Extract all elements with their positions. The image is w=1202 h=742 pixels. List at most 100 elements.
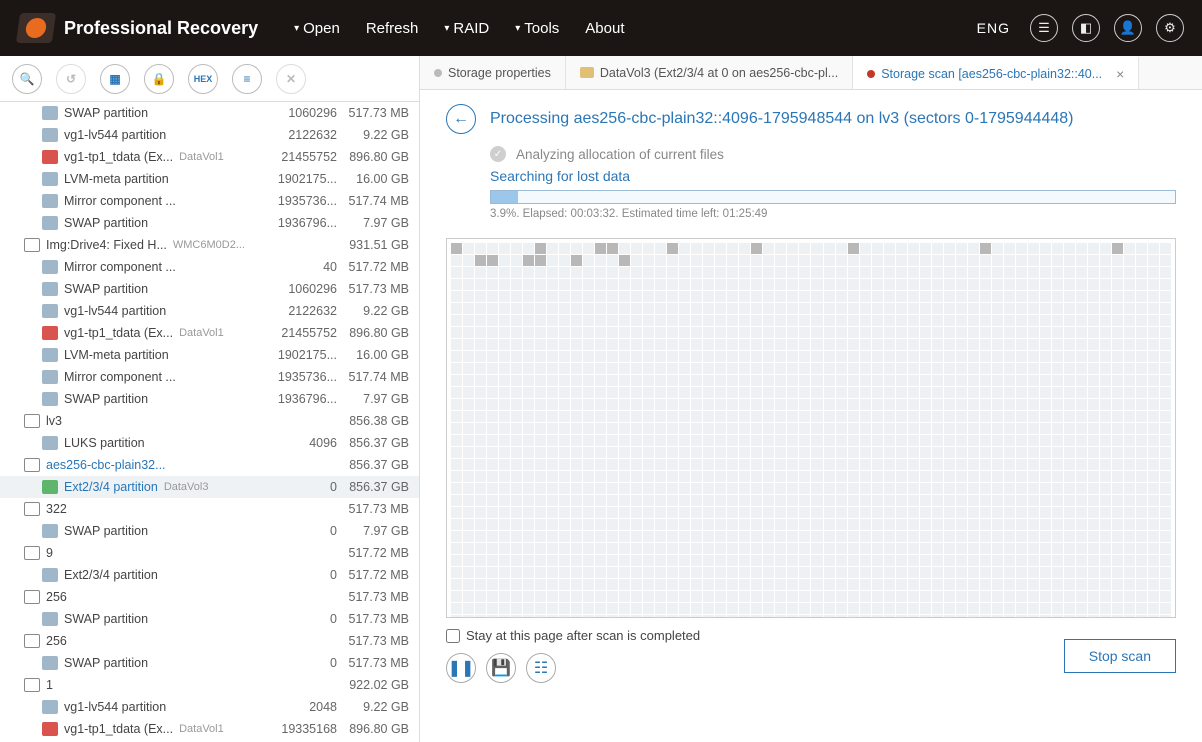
row-icon xyxy=(42,194,58,208)
row-size: 517.72 MB xyxy=(337,546,409,560)
row-start: 1936796... xyxy=(267,216,337,230)
menu-about[interactable]: About xyxy=(585,20,624,37)
tab-close-icon[interactable]: × xyxy=(1116,66,1124,82)
tree-row[interactable]: LVM-meta partition1902175...16.00 GB xyxy=(0,168,419,190)
row-icon xyxy=(24,238,40,252)
back-button[interactable]: ← xyxy=(446,104,476,134)
row-name: LVM-meta partition xyxy=(64,172,169,186)
panel-toggle-icon[interactable]: ◧ xyxy=(1072,14,1100,42)
hex-icon[interactable]: HEX xyxy=(188,64,218,94)
tree-row[interactable]: 9517.72 MB xyxy=(0,542,419,564)
row-size: 9.22 GB xyxy=(337,700,409,714)
tree-row[interactable]: Mirror component ...40517.72 MB xyxy=(0,256,419,278)
settings-icon[interactable]: ⚙ xyxy=(1156,14,1184,42)
row-name: SWAP partition xyxy=(64,392,148,406)
tree-row[interactable]: Mirror component ...1935736...517.74 MB xyxy=(0,190,419,212)
tree-row[interactable]: Ext2/3/4 partitionDataVol30856.37 GB xyxy=(0,476,419,498)
tree-row[interactable]: vg1-tp1_tdata (Ex...DataVol119335168896.… xyxy=(0,718,419,740)
row-start: 4096 xyxy=(267,436,337,450)
tree-row[interactable]: aes256-cbc-plain32...856.37 GB xyxy=(0,454,419,476)
tree-row[interactable]: SWAP partition1060296517.73 MB xyxy=(0,278,419,300)
tree-row[interactable]: 322517.73 MB xyxy=(0,498,419,520)
search-icon[interactable]: 🔍 xyxy=(12,64,42,94)
grid-icon[interactable]: ▦ xyxy=(100,64,130,94)
tree-row[interactable]: Ext2/3/4 partition0517.72 MB xyxy=(0,564,419,586)
user-icon[interactable]: 👤 xyxy=(1114,14,1142,42)
tree-row[interactable]: LVM-meta partition1902175...16.00 GB xyxy=(0,344,419,366)
tree-button[interactable]: ☷ xyxy=(526,653,556,683)
row-label: DataVol1 xyxy=(179,327,224,339)
lock-icon[interactable]: 🔒 xyxy=(144,64,174,94)
row-icon xyxy=(42,568,58,582)
history-icon[interactable]: ↺ xyxy=(56,64,86,94)
tree-row[interactable]: lv3856.38 GB xyxy=(0,410,419,432)
tree-row[interactable]: 256517.73 MB xyxy=(0,586,419,608)
row-size: 7.97 GB xyxy=(337,216,409,230)
row-icon xyxy=(42,348,58,362)
stay-checkbox[interactable]: Stay at this page after scan is complete… xyxy=(446,628,700,643)
tree-row[interactable]: SWAP partition0517.73 MB xyxy=(0,652,419,674)
close-icon[interactable]: ✕ xyxy=(276,64,306,94)
save-button[interactable]: 💾 xyxy=(486,653,516,683)
row-name: vg1-lv544 partition xyxy=(64,304,166,318)
tree-row[interactable]: SWAP partition1060296517.73 MB xyxy=(0,102,419,124)
row-icon xyxy=(42,128,58,142)
row-size: 517.73 MB xyxy=(337,502,409,516)
row-start: 2122632 xyxy=(267,304,337,318)
tab[interactable]: Storage scan [aes256-cbc-plain32::40...× xyxy=(853,56,1139,89)
row-size: 931.51 GB xyxy=(337,238,409,252)
check-icon: ✓ xyxy=(490,146,506,162)
main-menu: ▾Open Refresh ▾RAID ▾Tools About xyxy=(294,20,624,37)
tab[interactable]: Storage properties xyxy=(420,56,566,89)
row-icon xyxy=(42,524,58,538)
row-start: 0 xyxy=(267,480,337,494)
menu-raid[interactable]: ▾RAID xyxy=(444,20,489,37)
row-start: 1935736... xyxy=(267,194,337,208)
row-icon xyxy=(42,150,58,164)
notifications-icon[interactable]: ☰ xyxy=(1030,14,1058,42)
row-start: 21455752 xyxy=(267,150,337,164)
row-icon xyxy=(42,260,58,274)
row-name: aes256-cbc-plain32... xyxy=(46,458,166,472)
tree-row[interactable]: LUKS partition4096856.37 GB xyxy=(0,432,419,454)
step-searching: Searching for lost data xyxy=(490,168,1176,184)
stay-checkbox-input[interactable] xyxy=(446,629,460,643)
row-icon xyxy=(42,216,58,230)
tree-row[interactable]: vg1-lv544 partition20489.22 GB xyxy=(0,696,419,718)
row-icon xyxy=(24,414,40,428)
row-size: 896.80 GB xyxy=(337,150,409,164)
language-selector[interactable]: ENG xyxy=(977,20,1010,36)
row-label: WMC6M0D2... xyxy=(173,239,245,251)
row-icon xyxy=(42,370,58,384)
list-icon[interactable]: ≡ xyxy=(232,64,262,94)
menu-open[interactable]: ▾Open xyxy=(294,20,340,37)
tree-row[interactable]: SWAP partition1936796...7.97 GB xyxy=(0,388,419,410)
row-size: 7.97 GB xyxy=(337,392,409,406)
tree-row[interactable]: SWAP partition0517.73 MB xyxy=(0,608,419,630)
pause-button[interactable]: ❚❚ xyxy=(446,653,476,683)
tree-row[interactable]: Mirror component ...1935736...517.74 MB xyxy=(0,366,419,388)
tab[interactable]: DataVol3 (Ext2/3/4 at 0 on aes256-cbc-pl… xyxy=(566,56,853,89)
tree-row[interactable]: vg1-tp1_tdata (Ex...DataVol121455752896.… xyxy=(0,146,419,168)
tree-row[interactable]: 1922.02 GB xyxy=(0,674,419,696)
stop-scan-button[interactable]: Stop scan xyxy=(1064,639,1176,673)
row-start: 1060296 xyxy=(267,106,337,120)
storage-tree[interactable]: SWAP partition1060296517.73 MBvg1-lv544 … xyxy=(0,102,419,742)
row-name: Mirror component ... xyxy=(64,370,176,384)
menu-refresh[interactable]: Refresh xyxy=(366,20,419,37)
row-name: lv3 xyxy=(46,414,62,428)
row-start: 2122632 xyxy=(267,128,337,142)
tree-row[interactable]: 256517.73 MB xyxy=(0,630,419,652)
tree-row[interactable]: vg1-lv544 partition21226329.22 GB xyxy=(0,124,419,146)
tree-row[interactable]: SWAP partition1936796...7.97 GB xyxy=(0,212,419,234)
main-panel: Storage propertiesDataVol3 (Ext2/3/4 at … xyxy=(420,56,1202,742)
tree-row[interactable]: SWAP partition07.97 GB xyxy=(0,520,419,542)
row-icon xyxy=(42,700,58,714)
tree-row[interactable]: vg1-tp1_tdata (Ex...DataVol121455752896.… xyxy=(0,322,419,344)
tree-row[interactable]: Img:Drive4: Fixed H...WMC6M0D2...931.51 … xyxy=(0,234,419,256)
sidebar: 🔍 ↺ ▦ 🔒 HEX ≡ ✕ SWAP partition1060296517… xyxy=(0,56,420,742)
row-name: SWAP partition xyxy=(64,282,148,296)
row-size: 517.73 MB xyxy=(337,590,409,604)
tree-row[interactable]: vg1-lv544 partition21226329.22 GB xyxy=(0,300,419,322)
menu-tools[interactable]: ▾Tools xyxy=(515,20,559,37)
